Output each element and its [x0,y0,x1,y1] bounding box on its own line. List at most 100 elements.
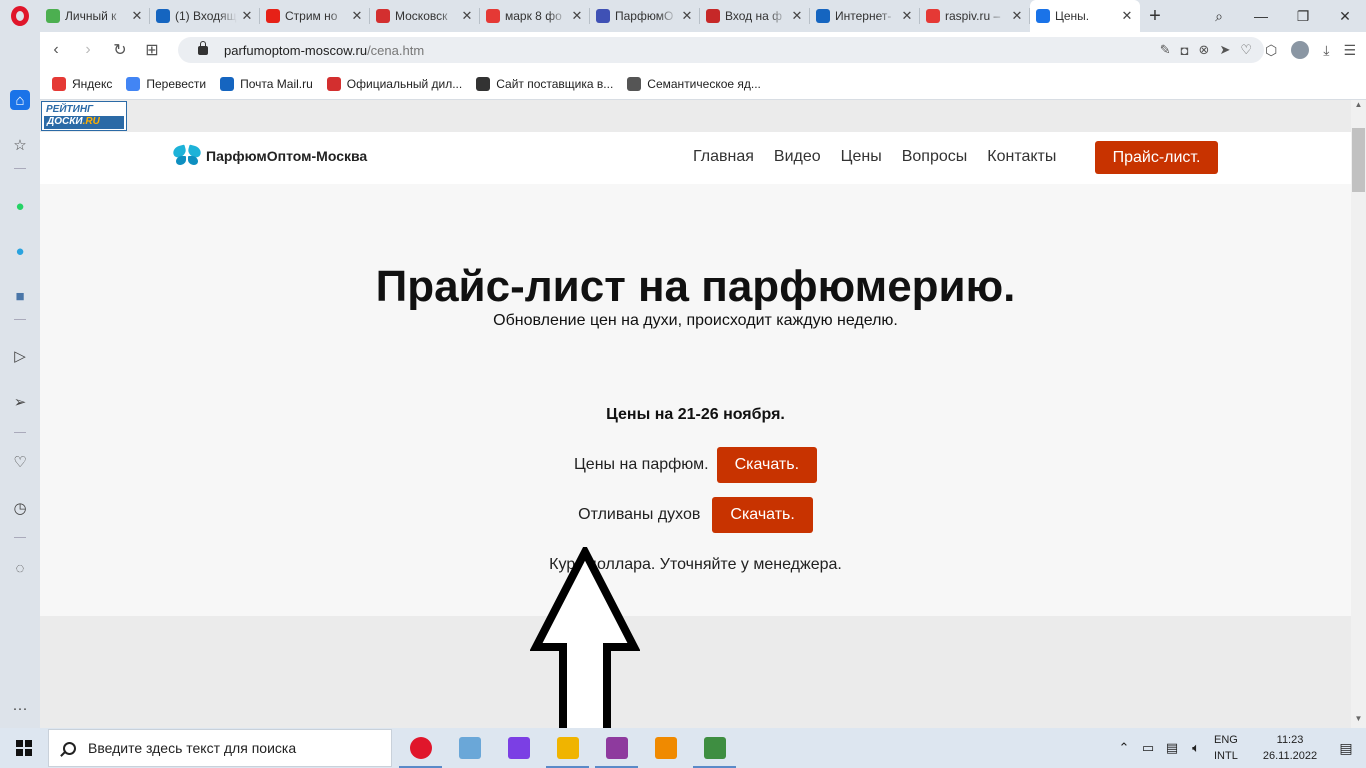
nav-link[interactable]: Видео [774,148,821,166]
browser-tab[interactable]: марк 8 фо ✕ [480,0,590,32]
browser-tab[interactable]: Стрим но ✕ [260,0,370,32]
tray-chevron-icon[interactable]: ⌃ [1112,740,1136,756]
price-dates: Цены на 21-26 ноября. [606,406,785,423]
taskbar-app-notepad[interactable] [445,728,494,768]
tab-close-icon[interactable]: ✕ [1120,8,1134,24]
language-indicator[interactable]: ENG INTL [1214,732,1254,764]
download-decants-button[interactable]: Скачать. [712,497,813,533]
opera-menu-button[interactable] [0,0,40,32]
bookmark-item[interactable]: Почта Mail.ru [220,76,313,91]
browser-tab[interactable]: ПарфюмО ✕ [590,0,700,32]
tab-close-icon[interactable]: ✕ [680,8,694,24]
easy-setup-icon[interactable]: ☰ [1343,42,1356,59]
bookmark-item[interactable]: Семантическое яд... [627,76,761,91]
volume-icon[interactable]: 🔈︎ [1184,740,1208,756]
heart-icon[interactable]: ♡ [1240,42,1252,58]
send-sidebar-icon[interactable]: ➢ [10,392,30,412]
perfume-prices-label: Цены на парфюм. [573,456,709,473]
decants-row: Отливаны духов Скачать. [40,497,1351,533]
bookmark-item[interactable]: Официальный дил... [326,76,462,91]
download-perfume-prices-button[interactable]: Скачать. [716,447,818,483]
edit-icon[interactable]: ✎ [1160,42,1171,58]
tab-close-icon[interactable]: ✕ [350,8,364,24]
tab-close-icon[interactable]: ✕ [900,8,914,24]
bookmark-item[interactable]: Яндекс [52,76,112,91]
tab-title: ПарфюмО [615,9,674,23]
bookmark-label: Семантическое яд... [647,76,761,91]
tab-strip: Личный к ✕ (1) Входящ ✕ Стрим но ✕ Московск ✕ ма… [40,0,1140,32]
rating-badge[interactable]: РЕЙТИНГ ДОСКИ.RU [41,101,127,131]
taskbar-app-winrar[interactable] [592,728,641,768]
favorites-heart-icon[interactable]: ♡ [10,452,30,472]
taskbar-app-calculator-app[interactable] [690,728,739,768]
whatsapp-icon[interactable]: ● [10,196,30,216]
back-button[interactable]: ‹ [40,41,72,59]
new-tab-button[interactable]: + [1140,5,1170,28]
url-field[interactable]: parfumoptom-moscow.ru/cena.htm ✎ ◘ ⊗ ➤ ♡ [178,37,1264,63]
camera-icon[interactable]: ◘ [1181,43,1189,58]
minimize-button[interactable]: — [1240,8,1282,24]
tab-close-icon[interactable]: ✕ [1010,8,1024,24]
bookmarks-bar: Яндекс Перевести Почта Mail.ru Официальный … [40,68,1366,100]
player-icon[interactable]: ▷ [10,346,30,366]
browser-tab[interactable]: Вход на ф ✕ [700,0,810,32]
nav-link[interactable]: Цены [841,148,882,166]
nav-link[interactable]: Контакты [987,148,1056,166]
taskbar-app-vlc[interactable] [641,728,690,768]
browser-tab[interactable]: raspiv.ru – ✕ [920,0,1030,32]
taskbar-search[interactable]: Введите здесь текст для поиска [48,729,392,767]
scroll-down-icon[interactable]: ▼ [1351,714,1366,728]
vk-icon[interactable]: ■ [10,286,30,306]
tab-title: Интернет- [835,9,892,23]
tab-search-icon[interactable]: ⌕ [1198,8,1240,25]
tab-close-icon[interactable]: ✕ [790,8,804,24]
taskbar-app-file-manager[interactable] [543,728,592,768]
cube-icon[interactable]: ⬡ [1265,42,1277,59]
browser-tab[interactable]: Личный к ✕ [40,0,150,32]
home-icon[interactable]: ⌂ [10,90,30,110]
bulb-icon[interactable]: ◌ [10,558,30,578]
send-icon[interactable]: ➤ [1219,42,1230,58]
block-icon[interactable]: ⊗ [1199,42,1210,58]
scroll-up-icon[interactable]: ▲ [1351,100,1366,114]
forward-button[interactable]: › [72,41,104,59]
tab-close-icon[interactable]: ✕ [130,8,144,24]
tab-title: марк 8 фо [505,9,562,23]
close-window-button[interactable]: ✕ [1324,8,1366,25]
taskbar-app-opera[interactable] [396,728,445,768]
network-icon[interactable]: ▤ [1160,740,1184,756]
start-button[interactable] [0,728,48,768]
taskbar-app-paint-drop[interactable] [494,728,543,768]
browser-tab[interactable]: (1) Входящ ✕ [150,0,260,32]
nav-link[interactable]: Главная [693,148,754,166]
browser-tab[interactable]: Московск ✕ [370,0,480,32]
page-scrollbar[interactable]: ▲ ▼ [1351,100,1366,728]
battery-icon[interactable]: ▭ [1136,740,1160,756]
tab-close-icon[interactable]: ✕ [240,8,254,24]
reload-button[interactable]: ↻ [104,40,136,60]
bookmark-item[interactable]: Сайт поставщика в... [476,76,613,91]
history-icon[interactable]: ◷ [10,498,30,518]
notifications-icon[interactable]: ▤ [1326,740,1366,757]
bookmark-favicon-icon [326,76,341,91]
more-icon[interactable]: ··· [10,698,30,718]
profile-avatar[interactable] [1291,41,1310,59]
tab-close-icon[interactable]: ✕ [460,8,474,24]
download-icon[interactable]: ⤓ [1323,42,1329,59]
taskbar-apps [396,728,739,768]
restore-button[interactable]: ❐ [1282,8,1324,25]
clock[interactable]: 11:23 26.11.2022 [1254,732,1326,764]
bookmark-item[interactable]: Перевести [126,76,206,91]
site-logo[interactable]: ПарфюмОптом-Москва [171,144,367,168]
bookmark-favicon-icon [627,76,642,91]
telegram-icon[interactable]: ● [10,241,30,261]
bookmark-label: Почта Mail.ru [240,76,313,91]
star-icon[interactable]: ☆ [10,135,30,155]
browser-tab[interactable]: Цены. ✕ [1030,0,1140,32]
browser-tab[interactable]: Интернет- ✕ [810,0,920,32]
scrollbar-thumb[interactable] [1352,128,1365,192]
nav-link[interactable]: Вопросы [902,148,968,166]
tab-close-icon[interactable]: ✕ [570,8,584,24]
tabs-overview-icon[interactable]: ⊞ [136,40,168,60]
price-list-button[interactable]: Прайс-лист. [1095,141,1218,174]
